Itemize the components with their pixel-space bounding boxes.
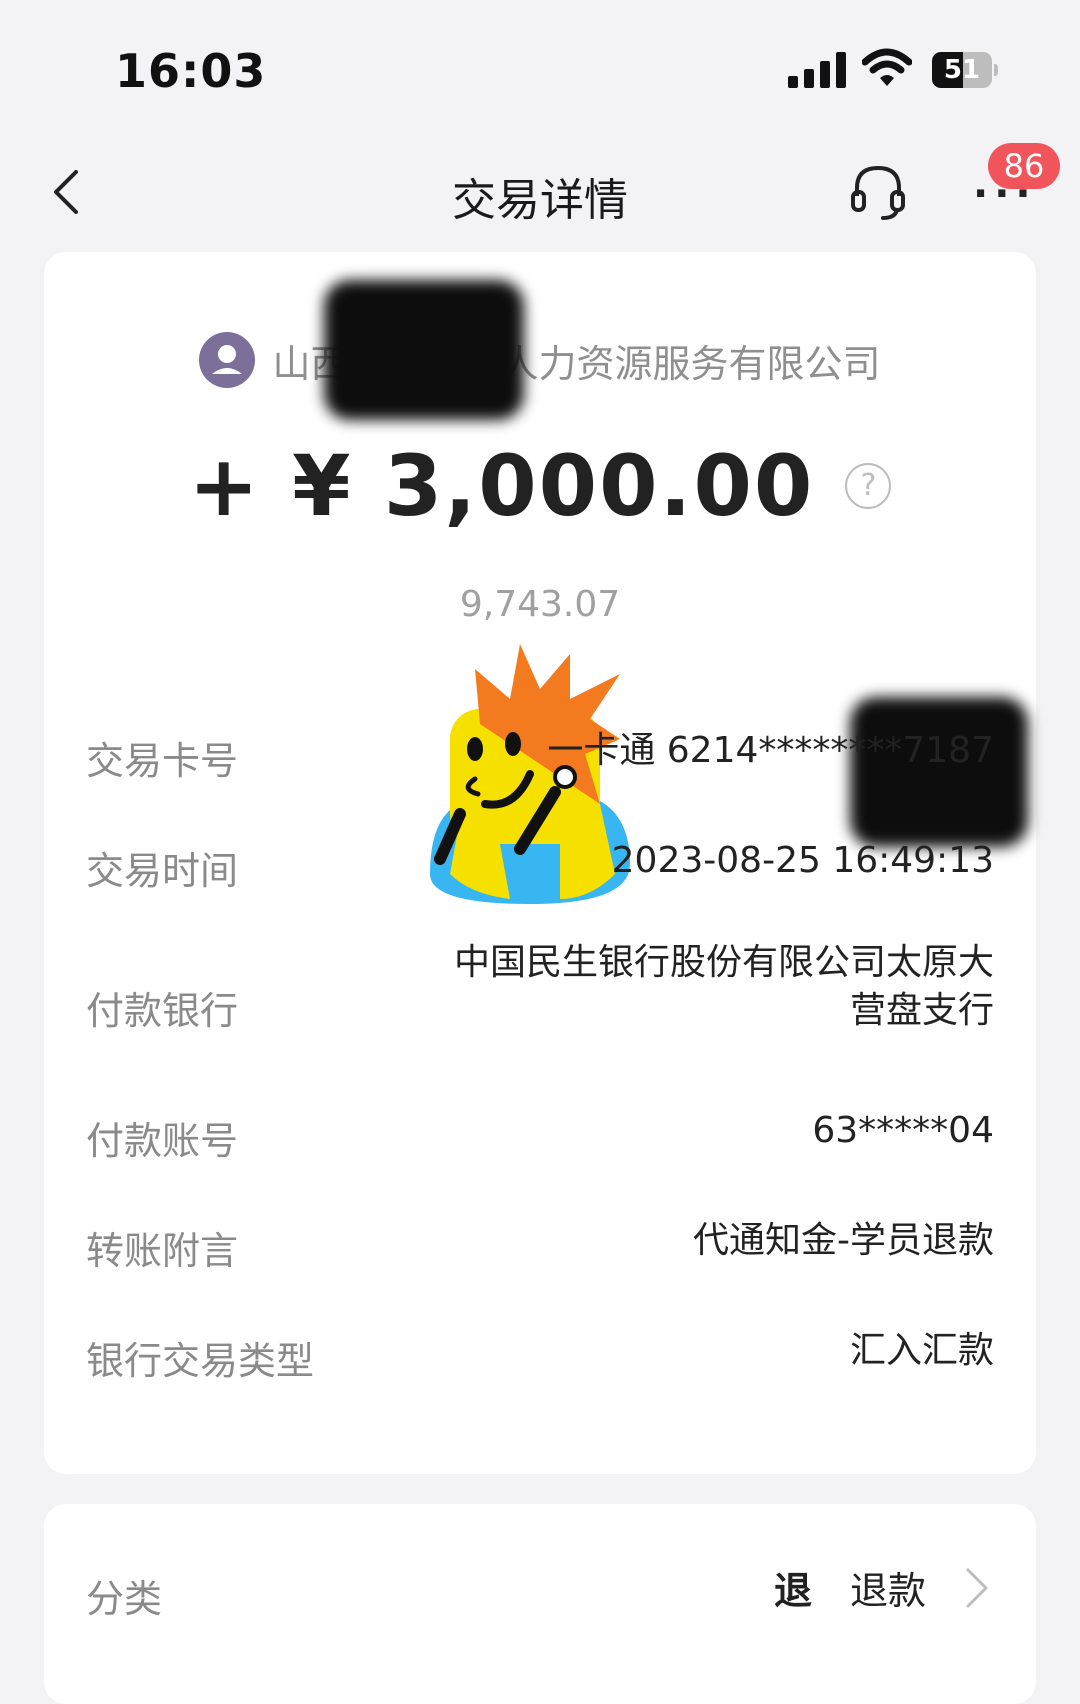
transaction-amount: + ¥ 3,000.00 [188, 437, 815, 535]
detail-value-line2: 营盘支行 [849, 990, 994, 1031]
detail-label: 转账附言 [86, 1229, 239, 1273]
category-label: 分类 [86, 1577, 163, 1621]
detail-value: 2023-08-25 16:49:13 [611, 840, 994, 881]
detail-row-card-number: 交易卡号 一卡通 6214********7187 [44, 724, 1036, 834]
category-value: 退款 [850, 1569, 927, 1613]
help-icon[interactable]: ? [845, 463, 892, 509]
status-time: 16:03 [115, 44, 267, 98]
status-bar: 16:03 51 [0, 0, 1080, 140]
customer-service-headset-icon[interactable] [845, 158, 911, 224]
detail-label: 交易时间 [86, 849, 239, 893]
detail-value: 63*****04 [812, 1110, 994, 1151]
merchant: 山西文悦嘉和人力资源服务有限公司 [44, 332, 1036, 388]
detail-list: 交易卡号 一卡通 6214********7187 交易时间 2023-08-2… [44, 724, 1036, 1434]
detail-value: 代通知金-学员退款 [693, 1220, 994, 1261]
nav-bar: 交易详情 ··· [0, 140, 1080, 250]
battery-level: 51 [943, 55, 981, 85]
redaction-mark [324, 280, 524, 420]
notification-badge: 86 [988, 143, 1060, 189]
chevron-right-icon [966, 1568, 988, 1608]
detail-row-payer-account: 付款账号 63*****04 [44, 1104, 1036, 1214]
detail-label: 银行交易类型 [86, 1339, 315, 1383]
wifi-icon [862, 48, 912, 86]
battery-indicator: 51 [932, 52, 998, 88]
detail-value: 中国民生银行股份有限公司太原大 [453, 942, 994, 983]
merchant-avatar-icon [199, 332, 256, 388]
transaction-card: 山西文悦嘉和人力资源服务有限公司 + ¥ 3,000.00 ? 9,743.07… [44, 252, 1036, 1474]
page-title: 交易详情 [452, 175, 628, 226]
detail-label: 付款账号 [86, 1119, 239, 1163]
signal-icon [788, 52, 846, 88]
category-icon: 退 [774, 1569, 813, 1613]
detail-label: 付款银行 [86, 989, 239, 1033]
detail-row-transaction-type: 银行交易类型 汇入汇款 [44, 1324, 1036, 1434]
detail-value: 一卡通 6214********7187 [547, 730, 994, 771]
detail-row-memo: 转账附言 代通知金-学员退款 [44, 1214, 1036, 1324]
detail-label: 交易卡号 [86, 739, 239, 783]
amount-row: + ¥ 3,000.00 ? [44, 437, 1036, 535]
detail-value: 汇入汇款 [849, 1330, 994, 1371]
detail-row-payer-bank: 付款银行 中国民生银行股份有限公司太原大 营盘支行 [44, 942, 1036, 1104]
category-row[interactable]: 分类 退 退款 [44, 1504, 1036, 1704]
detail-row-time: 交易时间 2023-08-25 16:49:13 [44, 834, 1036, 944]
balance-after: 9,743.07 [459, 584, 621, 625]
